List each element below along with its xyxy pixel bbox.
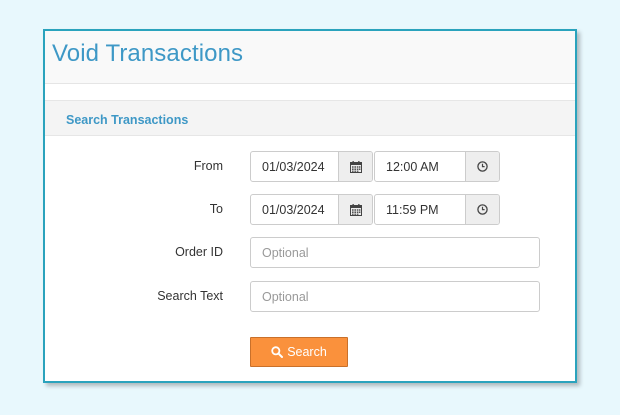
to-date-addon[interactable] <box>338 195 372 224</box>
to-date-picker[interactable]: 01/03/2024 <box>250 194 373 225</box>
order-id-label: Order ID <box>175 245 223 259</box>
page-title: Void Transactions <box>52 40 244 67</box>
section-header: Search Transactions <box>45 100 575 136</box>
to-time-picker[interactable]: 11:59 PM <box>374 194 500 225</box>
from-time-picker[interactable]: 12:00 AM <box>374 151 500 182</box>
order-id-row: Order ID <box>45 237 575 268</box>
clock-icon <box>477 161 488 172</box>
section-title: Search Transactions <box>66 113 189 127</box>
from-time-addon[interactable] <box>465 152 499 181</box>
from-row: From 01/03/2024 12:00 AM <box>45 151 575 182</box>
calendar-icon <box>349 160 362 173</box>
search-transactions-section: Search Transactions <box>45 100 575 136</box>
from-date-addon[interactable] <box>338 152 372 181</box>
to-time-addon[interactable] <box>465 195 499 224</box>
void-transactions-panel: Void Transactions Search Transactions Fr… <box>43 29 577 383</box>
from-date-value[interactable]: 01/03/2024 <box>251 152 338 181</box>
to-row: To 01/03/2024 11:59 PM <box>45 194 575 225</box>
search-text-input[interactable] <box>250 281 540 312</box>
calendar-icon <box>349 203 362 216</box>
order-id-input[interactable] <box>250 237 540 268</box>
search-text-label: Search Text <box>157 289 223 303</box>
to-time-value[interactable]: 11:59 PM <box>375 195 465 224</box>
to-date-value[interactable]: 01/03/2024 <box>251 195 338 224</box>
clock-icon <box>477 204 488 215</box>
from-date-picker[interactable]: 01/03/2024 <box>250 151 373 182</box>
from-time-value[interactable]: 12:00 AM <box>375 152 465 181</box>
search-icon <box>271 346 284 358</box>
search-button[interactable]: Search <box>250 337 348 367</box>
page-header: Void Transactions <box>45 31 575 84</box>
search-button-label: Search <box>287 345 327 359</box>
to-label: To <box>209 202 223 216</box>
from-label: From <box>193 159 223 173</box>
search-text-row: Search Text <box>45 281 575 312</box>
